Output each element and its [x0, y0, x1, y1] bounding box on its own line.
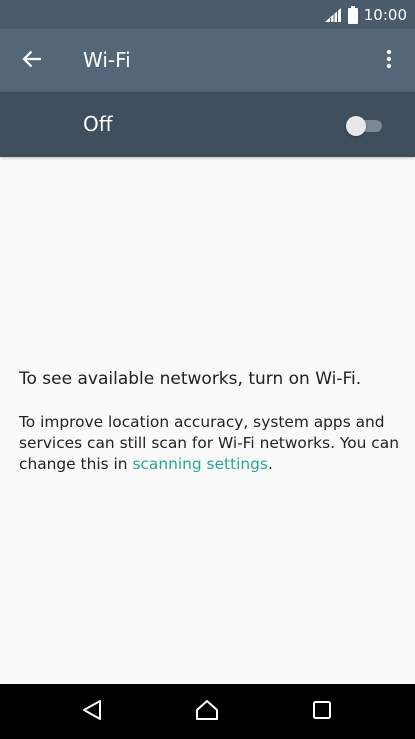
status-clock: 10:00 [363, 6, 407, 24]
battery-icon [347, 6, 358, 24]
status-bar: 10:00 [0, 0, 415, 29]
back-button[interactable] [12, 41, 52, 81]
wifi-master-switch-bar[interactable]: Off [0, 92, 415, 157]
recents-icon [312, 700, 332, 724]
overflow-menu-button[interactable] [369, 41, 409, 81]
signal-icon [324, 7, 342, 23]
status-icons: 10:00 [324, 5, 407, 25]
wifi-off-message: To see available networks, turn on Wi-Fi… [19, 366, 404, 475]
nav-recents-button[interactable] [302, 692, 342, 732]
app-bar: Wi-Fi [0, 29, 415, 92]
scanning-info-text: To improve location accuracy, system app… [19, 412, 404, 475]
wifi-toggle-switch[interactable] [344, 113, 386, 137]
page-title: Wi-Fi [83, 48, 131, 72]
arrow-left-icon [22, 50, 42, 72]
nav-back-button[interactable] [72, 692, 112, 732]
wifi-off-headline: To see available networks, turn on Wi-Fi… [19, 369, 362, 389]
nav-home-button[interactable] [187, 692, 227, 732]
home-icon [195, 699, 219, 725]
scanning-info-suffix: . [267, 455, 273, 473]
navigation-bar [0, 684, 415, 739]
switch-thumb [346, 116, 366, 136]
more-vert-icon [386, 49, 392, 73]
wifi-switch-label: Off [83, 112, 113, 136]
scanning-settings-link[interactable]: scanning settings [132, 455, 268, 473]
back-triangle-icon [81, 699, 103, 725]
